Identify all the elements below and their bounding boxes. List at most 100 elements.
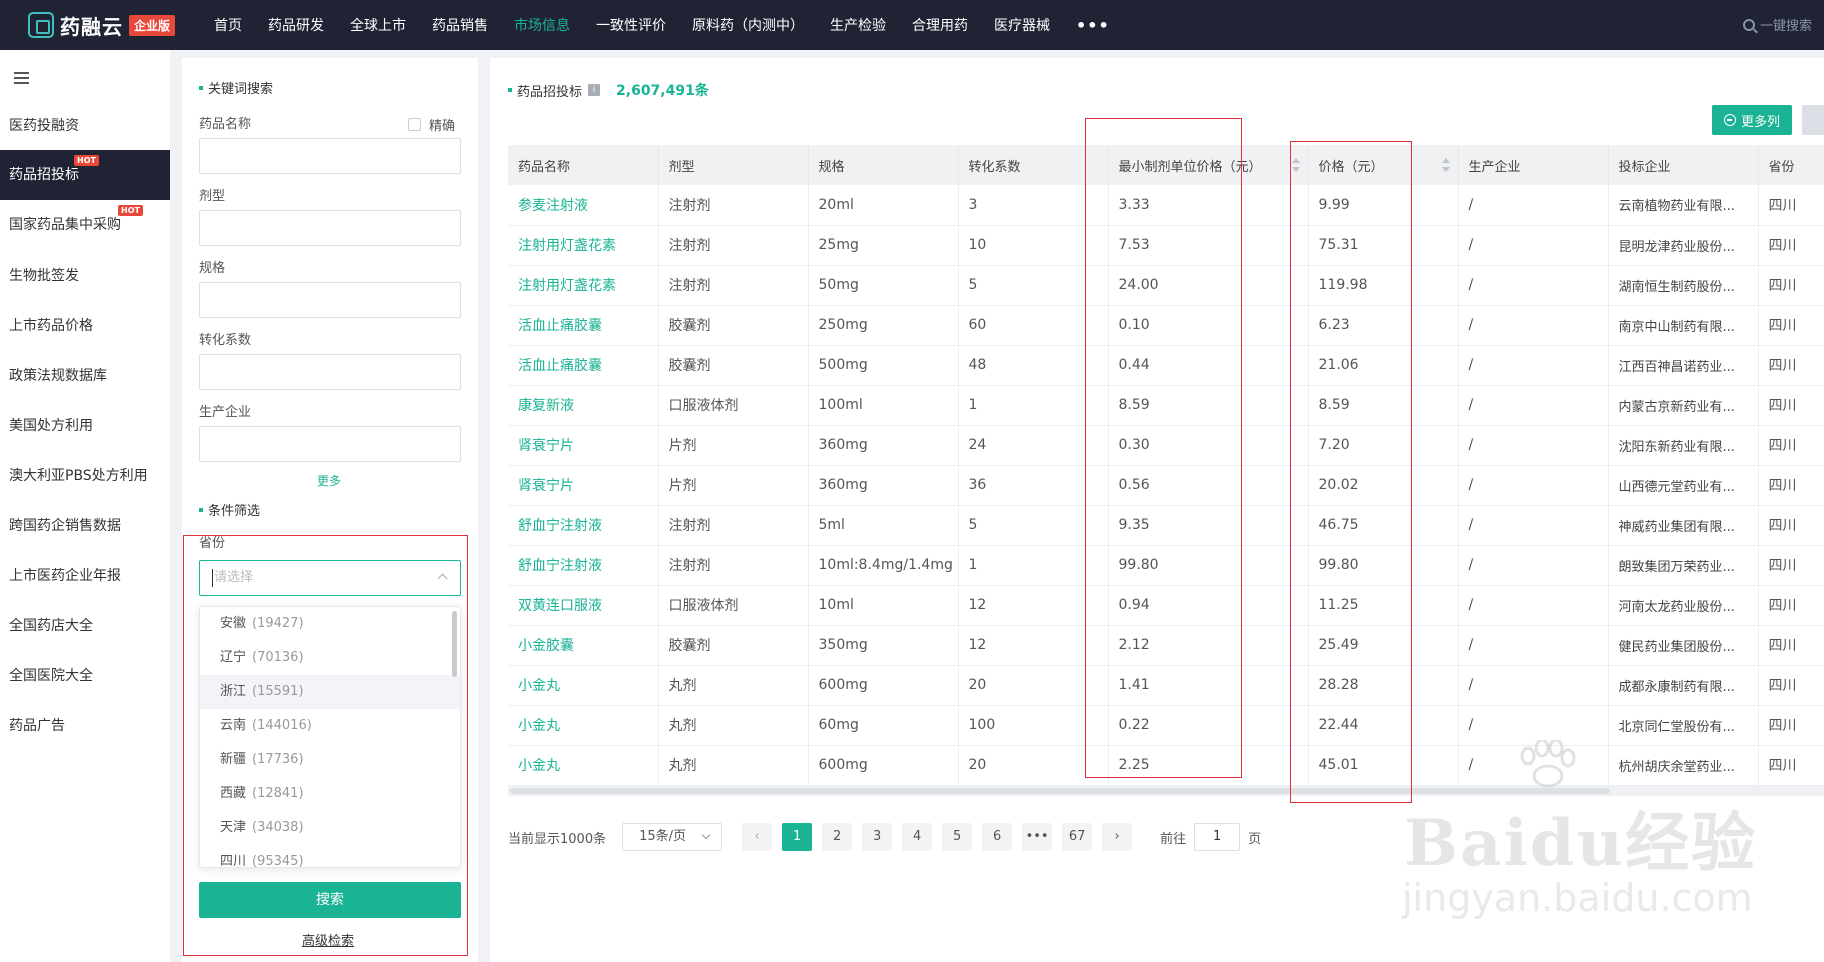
spec-input[interactable] xyxy=(199,282,461,318)
dosage-form-input[interactable] xyxy=(199,210,461,246)
page-button[interactable]: 3 xyxy=(862,823,893,851)
more-columns-button[interactable]: 更多列 xyxy=(1712,105,1792,135)
conversion-input[interactable] xyxy=(199,354,461,390)
prev-page-button[interactable]: ‹ xyxy=(742,823,773,851)
precise-checkbox[interactable] xyxy=(408,118,421,131)
nav-api[interactable]: 原料药（内测中） xyxy=(692,15,804,35)
cell-drug-name[interactable]: 小金丸 xyxy=(508,745,659,786)
sidebar-item-drug-ads[interactable]: 药品广告 xyxy=(0,701,170,751)
cell-drug-name[interactable]: 小金丸 xyxy=(508,705,659,746)
table-row[interactable]: 肾衰宁片 片剂 360mg 36 0.56 20.02/山西德元堂药业有... 四川 xyxy=(508,465,1824,506)
cell-drug-name[interactable]: 活血止痛胶囊 xyxy=(508,345,659,386)
search-button[interactable]: 搜索 xyxy=(199,882,461,918)
cell-drug-name[interactable]: 康复新液 xyxy=(508,385,659,426)
sidebar-item-us-prescription[interactable]: 美国处方利用 xyxy=(0,401,170,451)
table-row[interactable]: 参麦注射液 注射剂 20ml 3 3.33 9.99/云南植物药业有限... 四川 xyxy=(508,185,1824,226)
table-horizontal-scrollbar[interactable] xyxy=(508,786,1824,796)
dropdown-option[interactable]: 四川 (95345) xyxy=(200,845,460,867)
cell-drug-name[interactable]: 注射用灯盏花素 xyxy=(508,225,659,266)
page-button[interactable]: 67 xyxy=(1062,823,1093,851)
logo[interactable]: 药融云 企业版 xyxy=(28,11,178,40)
sidebar-item-centralized-procurement[interactable]: 国家药品集中采购 HOT xyxy=(0,200,170,250)
dropdown-option[interactable]: 安徽 (19427) xyxy=(200,607,460,641)
dropdown-option[interactable]: 辽宁 (70136) xyxy=(200,641,460,675)
global-search[interactable]: 一键搜索 xyxy=(1742,15,1812,34)
dropdown-option[interactable]: 天津 (34038) xyxy=(200,811,460,845)
goto-page-input[interactable]: 1 xyxy=(1194,823,1241,851)
table-row[interactable]: 肾衰宁片 片剂 360mg 24 0.30 7.20/沈阳东新药业有限... 四川 xyxy=(508,425,1824,466)
cell-drug-name[interactable]: 舒血宁注射液 xyxy=(508,545,659,586)
nav-home[interactable]: 首页 xyxy=(214,15,242,35)
sidebar-item-bio-lot-release[interactable]: 生物批签发 xyxy=(0,251,170,301)
drug-name-input[interactable] xyxy=(199,138,461,174)
table-row[interactable]: 活血止痛胶囊 胶囊剂 250mg 60 0.10 6.23/南京中山制药有限... 四川 xyxy=(508,305,1824,346)
more-fields-link[interactable]: 更多 xyxy=(317,472,341,489)
nav-more-icon[interactable]: ••• xyxy=(1076,16,1110,35)
cell-drug-name[interactable]: 肾衰宁片 xyxy=(508,465,659,506)
sort-icon[interactable] xyxy=(1441,158,1450,172)
nav-production-qc[interactable]: 生产检验 xyxy=(830,15,886,35)
cell-drug-name[interactable]: 活血止痛胶囊 xyxy=(508,305,659,346)
page-ellipsis[interactable]: ••• xyxy=(1022,823,1053,851)
cell-unit-price: 0.30 xyxy=(1108,425,1309,466)
page-button[interactable]: 6 xyxy=(982,823,1013,851)
sort-icon[interactable] xyxy=(1291,158,1300,172)
cell-drug-name[interactable]: 双黄连口服液 xyxy=(508,585,659,626)
cell-drug-name[interactable]: 小金丸 xyxy=(508,665,659,706)
dropdown-option[interactable]: 浙江 (15591) xyxy=(200,675,460,709)
col-header-unit-price[interactable]: 最小制剂单位价格（元） xyxy=(1108,145,1309,185)
dropdown-option[interactable]: 新疆 (17736) xyxy=(200,743,460,777)
sidebar-item-investment[interactable]: 医药投融资 xyxy=(0,101,170,151)
cell-drug-name[interactable]: 注射用灯盏花素 xyxy=(508,265,659,306)
info-icon[interactable]: i xyxy=(588,84,601,96)
nav-medical-devices[interactable]: 医疗器械 xyxy=(994,15,1050,35)
cell-drug-name[interactable]: 小金胶囊 xyxy=(508,625,659,666)
table-row[interactable]: 活血止痛胶囊 胶囊剂 500mg 48 0.44 21.06/江西百神昌诺药业... 四川 xyxy=(508,345,1824,386)
province-select[interactable]: 请选择 xyxy=(199,560,461,596)
cell-drug-name[interactable]: 肾衰宁片 xyxy=(508,425,659,466)
sidebar-item-policy-db[interactable]: 政策法规数据库 xyxy=(0,351,170,401)
sidebar-item-australia-pbs[interactable]: 澳大利亚PBS处方利用 xyxy=(0,451,170,501)
table-row[interactable]: 双黄连口服液 口服液体剂 10ml 12 0.94 11.25/河南太龙药业股份... 四川 xyxy=(508,585,1824,626)
dropdown-scrollbar[interactable] xyxy=(452,611,457,677)
sidebar-item-annual-reports[interactable]: 上市医药企业年报 xyxy=(0,551,170,601)
sidebar-item-bidding[interactable]: 药品招投标 HOT xyxy=(0,150,170,200)
page-button[interactable]: 1 xyxy=(782,823,813,851)
nav-rational-use[interactable]: 合理用药 xyxy=(912,15,968,35)
table-row[interactable]: 小金丸 丸剂 600mg 20 1.41 28.28/成都永康制药有限... 四川 xyxy=(508,665,1824,706)
nav-consistency-eval[interactable]: 一致性评价 xyxy=(596,15,666,35)
next-page-button[interactable]: › xyxy=(1102,823,1133,851)
table-row[interactable]: 小金丸 丸剂 600mg 20 2.25 45.01/杭州胡庆余堂药业... 四川 xyxy=(508,745,1824,786)
menu-toggle-icon[interactable] xyxy=(14,72,29,84)
dropdown-option[interactable]: 云南 (144016) xyxy=(200,709,460,743)
page-button[interactable]: 5 xyxy=(942,823,973,851)
table-row[interactable]: 舒血宁注射液 注射剂 5ml 5 9.35 46.75/神威药业集团有限... 四川 xyxy=(508,505,1824,546)
manufacturer-input[interactable] xyxy=(199,426,461,462)
sidebar-item-drug-prices[interactable]: 上市药品价格 xyxy=(0,301,170,351)
table-row[interactable]: 注射用灯盏花素 注射剂 50mg 5 24.00 119.98/湖南恒生制药股份... 四川 xyxy=(508,265,1824,306)
cell-bidder: 北京同仁堂股份有... xyxy=(1608,705,1759,746)
page-size-select[interactable]: 15条/页 xyxy=(622,823,723,851)
nav-drug-rnd[interactable]: 药品研发 xyxy=(268,15,324,35)
nav-global-launch[interactable]: 全球上市 xyxy=(350,15,406,35)
nav-drug-sales[interactable]: 药品销售 xyxy=(432,15,488,35)
cell-drug-name[interactable]: 参麦注射液 xyxy=(508,185,659,226)
table-row[interactable]: 注射用灯盏花素 注射剂 25mg 10 7.53 75.31/昆明龙津药业股份... 四川 xyxy=(508,225,1824,266)
table-row[interactable]: 康复新液 口服液体剂 100ml 1 8.59 8.59/内蒙古京新药业有... 四川 xyxy=(508,385,1824,426)
advanced-search-link[interactable]: 高级检索 xyxy=(302,930,354,949)
nav-market-info[interactable]: 市场信息 xyxy=(514,15,570,35)
precise-match-toggle[interactable]: 精确 xyxy=(408,115,455,134)
sidebar-item-hospitals[interactable]: 全国医院大全 xyxy=(0,651,170,701)
col-header-price[interactable]: 价格（元） xyxy=(1308,145,1459,185)
table-row[interactable]: 舒血宁注射液 注射剂 10ml:8.4mg/1.4mg 1 99.80 99.80/朗致集… xyxy=(508,545,1824,586)
table-row[interactable]: 小金丸 丸剂 60mg 100 0.22 22.44/北京同仁堂股份有... 四川 xyxy=(508,705,1824,746)
page-button[interactable]: 2 xyxy=(822,823,853,851)
dropdown-option[interactable]: 西藏 (12841) xyxy=(200,777,460,811)
sidebar-item-multinational-sales[interactable]: 跨国药企销售数据 xyxy=(0,501,170,551)
sidebar-item-pharmacies[interactable]: 全国药店大全 xyxy=(0,601,170,651)
page-button[interactable]: 4 xyxy=(902,823,933,851)
export-icon[interactable] xyxy=(1802,105,1824,135)
cell-drug-name[interactable]: 舒血宁注射液 xyxy=(508,505,659,546)
table-row[interactable]: 小金胶囊 胶囊剂 350mg 12 2.12 25.49/健民药业集团股份... 四川 xyxy=(508,625,1824,666)
province-dropdown: 安徽 (19427) 辽宁 (70136) 浙江 (15591) 云南 (144016)… xyxy=(199,606,461,868)
